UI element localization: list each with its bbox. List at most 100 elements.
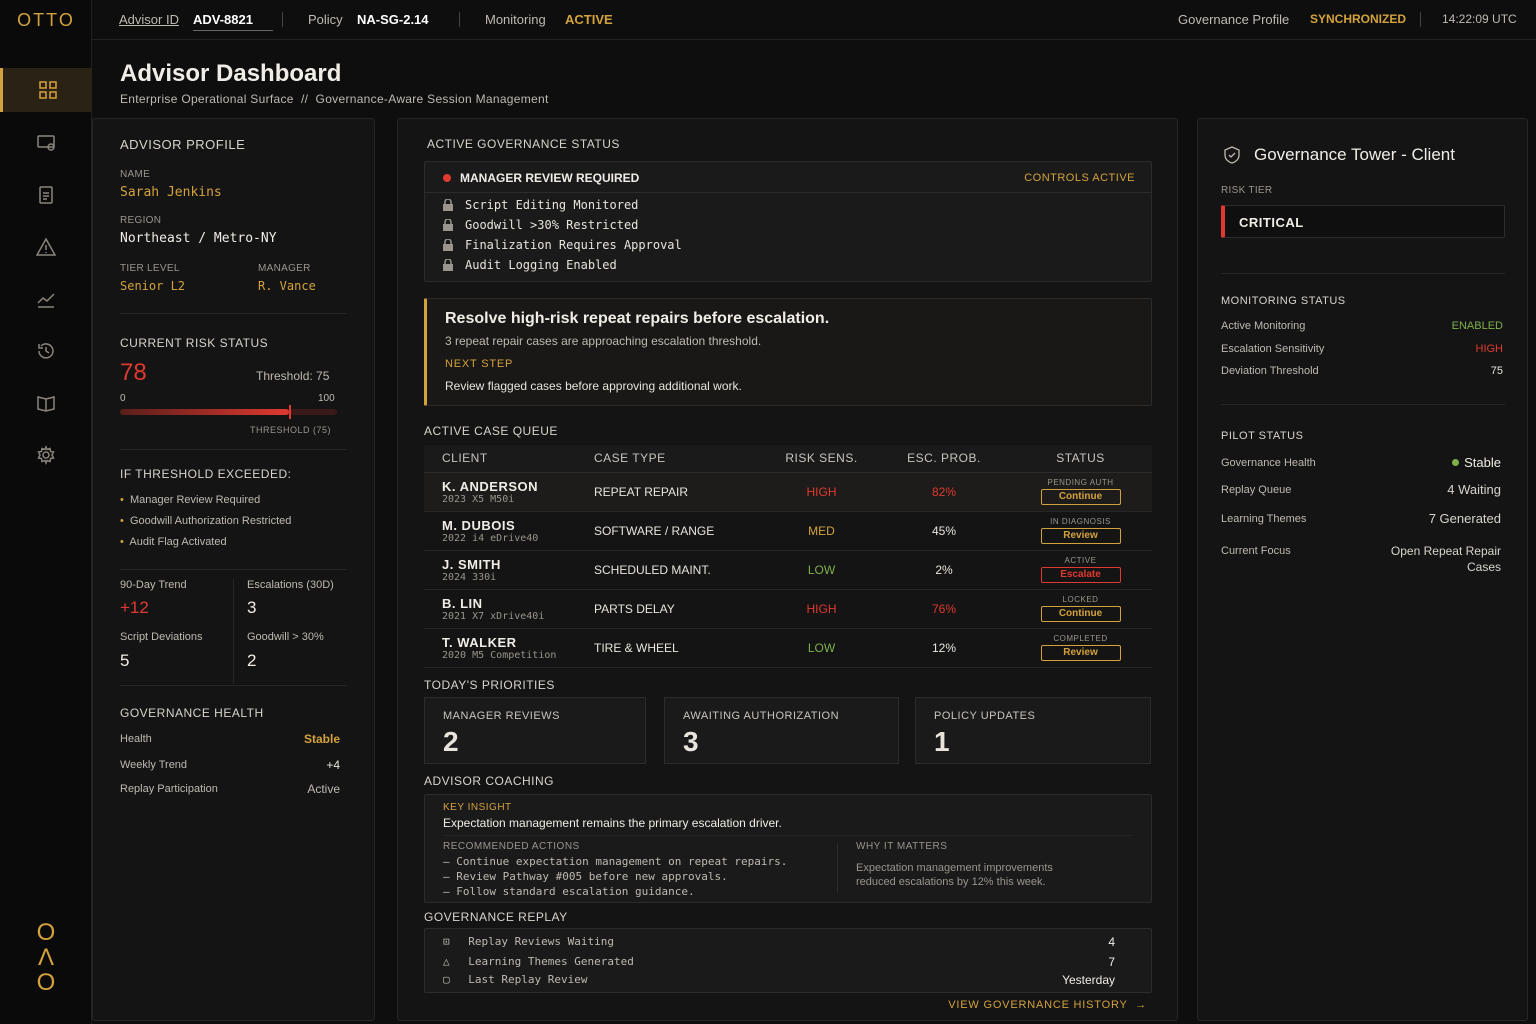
table-row[interactable]: B. LIN 2021 X7 xDrive40i PARTS DELAY HIGH 76… [424,589,1152,629]
nav-alert-icon[interactable] [0,225,92,269]
risk-score: 78 [120,359,147,386]
status-cell: PENDING AUTH Continue [1009,472,1152,512]
col-risk[interactable]: RISK SENS. [764,445,879,473]
weekly-value: +4 [326,758,340,772]
priority-card-awaiting-auth[interactable]: AWAITING AUTHORIZATION 3 [664,697,899,764]
gov-status-title: ACTIVE GOVERNANCE STATUS [427,137,620,151]
priority-label: AWAITING AUTHORIZATION [683,710,840,722]
status-cell: COMPLETED Review [1009,628,1152,668]
manager-label: MANAGER [258,263,311,274]
priority-card-policy-updates[interactable]: POLICY UPDATES 1 [915,697,1151,764]
replay-row[interactable]: ▢ Last Replay Review Yesterday [443,973,1115,987]
nav-dashboard-icon[interactable] [0,68,92,112]
client-name: K. ANDERSON [442,478,539,494]
callout-box: Resolve high-risk repeat repairs before … [424,298,1152,406]
sensitivity-value: HIGH [1475,343,1504,355]
table-header-row: CLIENT CASE TYPE RISK SENS. ESC. PROB. S… [424,445,1152,473]
risk-sensitivity: LOW [764,628,879,668]
priorities-title: TODAY'S PRIORITIES [424,678,555,692]
client-name: M. DUBOIS [442,517,516,533]
lock-icon [443,219,453,231]
table-row[interactable]: J. SMITH 2024 330i SCHEDULED MAINT. LOW 2% AC… [424,550,1152,590]
insight-label: KEY INSIGHT [443,802,512,813]
goodwill-label: Goodwill > 30% [247,631,324,643]
nav-document-icon[interactable] [0,173,92,217]
client-cell: M. DUBOIS 2022 i4 eDrive40 [424,511,594,551]
risk-sensitivity: HIGH [764,589,879,629]
risk-bar-fill [120,409,290,415]
name-label: NAME [120,169,151,180]
case-queue-table: CLIENT CASE TYPE RISK SENS. ESC. PROB. S… [424,445,1152,668]
advisor-id-value[interactable]: ADV-8821 [193,12,273,31]
lock-item: Finalization Requires Approval [443,238,682,252]
brand-mark: O Λ O [0,920,92,995]
case-type: REPEAT REPAIR [594,472,764,512]
review-button[interactable]: Review [1040,528,1121,544]
col-case-type[interactable]: CASE TYPE [594,445,764,473]
active-monitoring-label: Active Monitoring [1221,320,1306,332]
queue-title: ACTIVE CASE QUEUE [424,424,558,438]
col-esc-prob[interactable]: ESC. PROB. [879,445,1009,473]
next-step-label: NEXT STEP [445,358,514,370]
escalations-value: 3 [247,598,257,617]
client-vehicle: 2024 330i [442,571,497,583]
replay-row[interactable]: △ Learning Themes Generated 7 [443,955,1115,969]
exceeded-item: • Goodwill Authorization Restricted [120,515,292,527]
center-panel: ACTIVE GOVERNANCE STATUS MANAGER REVIEW … [397,118,1178,1021]
case-type: TIRE & WHEEL [594,628,764,668]
exceeded-item: • Manager Review Required [120,494,261,506]
review-button[interactable]: Review [1040,645,1121,661]
status-dot-icon [1452,459,1460,466]
deviation-threshold-value: 75 [1490,365,1503,377]
replay-row[interactable]: ⊡ Replay Reviews Waiting 4 [443,935,1115,949]
nav-monitor-icon[interactable] [0,121,92,165]
monitoring-title: MONITORING STATUS [1221,295,1346,307]
advisor-profile-panel: ADVISOR PROFILE NAME Sarah Jenkins REGIO… [92,118,375,1021]
lock-icon [443,259,453,271]
continue-button[interactable]: Continue [1040,489,1121,505]
action-item: – Continue expectation management on rep… [443,855,788,868]
threshold-caption: THRESHOLD (75) [250,425,332,435]
pilot-title: PILOT STATUS [1221,430,1304,442]
client-cell: T. WALKER 2020 M5 Competition [424,628,594,668]
coaching-box: KEY INSIGHT Expectation management remai… [424,794,1152,903]
continue-button[interactable]: Continue [1040,606,1121,622]
brand-mark-top: O [36,919,56,946]
priority-card-manager-reviews[interactable]: MANAGER REVIEWS 2 [424,697,646,764]
learning-themes-value: 7 Generated [1428,511,1501,526]
table-row[interactable]: T. WALKER 2020 M5 Competition TIRE & WHEEL… [424,628,1152,668]
client-name: T. WALKER [442,634,517,650]
client-cell: K. ANDERSON 2023 X5 M50i [424,472,594,512]
col-client[interactable]: CLIENT [424,445,594,473]
nav-library-icon[interactable] [0,381,92,425]
risk-sensitivity: HIGH [764,472,879,512]
why-text: Expectation management improvements redu… [856,862,1053,888]
trend-value: +12 [120,598,149,617]
advisor-tier: Senior L2 [120,279,186,293]
app-logo[interactable]: OTTO [0,0,92,40]
risk-title: CURRENT RISK STATUS [120,336,269,350]
client-cell: B. LIN 2021 X7 xDrive40i [424,589,594,629]
risk-tier-label: RISK TIER [1221,185,1273,196]
region-label: REGION [120,215,162,226]
nav-history-icon[interactable] [0,329,92,373]
deviation-threshold-label: Deviation Threshold [1221,365,1319,377]
actions-label: RECOMMENDED ACTIONS [443,841,580,852]
client-vehicle: 2022 i4 eDrive40 [442,532,539,544]
table-row[interactable]: K. ANDERSON 2023 X5 M50i REPEAT REPAIR HIGH… [424,472,1152,512]
monitoring-status: ACTIVE [565,12,613,27]
advisor-manager: R. Vance [258,279,316,293]
callout-headline: Resolve high-risk repeat repairs before … [445,310,830,327]
nav-trend-icon[interactable] [0,277,92,321]
table-row[interactable]: M. DUBOIS 2022 i4 eDrive40 SOFTWARE / RANG… [424,511,1152,551]
risk-threshold-marker [289,405,292,419]
health-label: Health [120,733,152,745]
view-history-link[interactable]: VIEW GOVERNANCE HISTORY → [948,999,1147,1011]
replay-queue-value: 4 Waiting [1447,482,1501,497]
risk-threshold: Threshold: 75 [256,369,330,383]
col-status[interactable]: STATUS [1009,445,1152,473]
action-item: – Follow standard escalation guidance. [443,885,695,898]
escalate-button[interactable]: Escalate [1040,567,1121,583]
nav-settings-icon[interactable] [0,433,92,477]
why-label: WHY IT MATTERS [856,841,948,852]
